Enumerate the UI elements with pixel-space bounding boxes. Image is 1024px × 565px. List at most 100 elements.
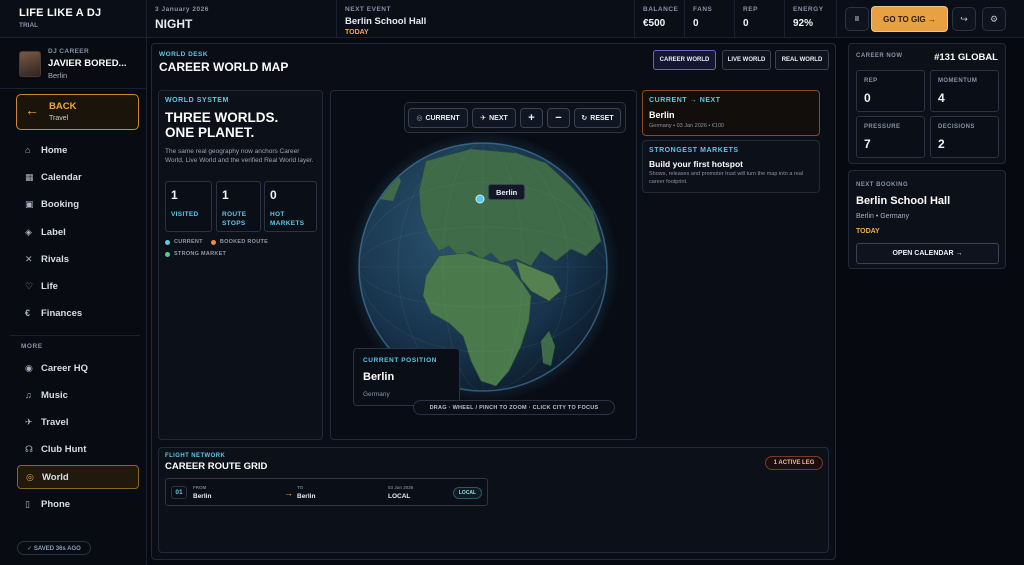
sidebar-item-label: Booking (41, 198, 79, 210)
map-reset-label: RESET (590, 114, 614, 122)
sidebar-item-label: Career HQ (41, 362, 88, 374)
current-dot-icon: ◎ (416, 115, 423, 122)
berlin-marker[interactable] (475, 194, 485, 204)
stat-value: 0 (864, 91, 871, 105)
stat-hot-markets: 0 HOT MARKETS (264, 181, 317, 232)
legend-strong-market: STRONG MARKET (174, 251, 227, 257)
phone-icon: ▯ (25, 498, 30, 509)
next-booking-card: NEXT BOOKING Berlin School Hall Berlin •… (848, 170, 1006, 269)
sidebar-item-label: Calendar (41, 171, 82, 183)
stat-label: HOT MARKETS (270, 211, 305, 228)
rep-cell: REP 0 (735, 0, 785, 38)
zoom-out-button[interactable]: − (547, 108, 570, 128)
strongest-markets-title: Build your first hotspot (649, 159, 743, 169)
flight-network-panel: FLIGHT NETWORK CAREER ROUTE GRID 1 ACTIV… (158, 447, 829, 553)
sidebar-item-finances[interactable]: € Finances (17, 301, 139, 325)
map-reset-button[interactable]: ↻ RESET (574, 108, 621, 128)
balance-label: BALANCE (643, 6, 679, 13)
sidebar-item-music[interactable]: ♫ Music (17, 383, 139, 407)
sidebar-item-label: Club Hunt (41, 443, 87, 455)
headline: THREE WORLDS. ONE PLANET. (165, 110, 279, 141)
settings-button[interactable]: ⚙ (982, 7, 1006, 31)
pause-button[interactable]: II (845, 7, 869, 31)
current-position-card: CURRENT POSITION Berlin Germany (353, 348, 460, 406)
zoom-in-button[interactable]: + (520, 108, 543, 128)
sidebar-item-rivals[interactable]: ✕ Rivals (17, 247, 139, 271)
sidebar-item-label: Rivals (41, 253, 69, 265)
app-title: LIFE LIKE A DJ (19, 7, 102, 19)
sidebar-item-world[interactable]: ◎ World (17, 465, 139, 489)
divider (0, 88, 146, 89)
sidebar-item-phone[interactable]: ▯ Phone (17, 492, 139, 516)
go-to-gig-button[interactable]: GO TO GIG → (871, 6, 948, 32)
route-index: 01 (171, 486, 187, 499)
current-date: 3 January 2026 (155, 6, 209, 13)
back-button[interactable]: ← BACK Travel (16, 94, 139, 130)
stat-label: PRESSURE (864, 124, 901, 130)
next-event-label: NEXT EVENT (345, 6, 392, 13)
swords-icon: ✕ (25, 253, 33, 264)
back-sub: Travel (49, 115, 69, 122)
logout-icon: ↪ (960, 13, 968, 24)
sidebar-item-travel[interactable]: ✈ Travel (17, 410, 139, 434)
world-system-card: WORLD SYSTEM THREE WORLDS. ONE PLANET. T… (158, 90, 323, 440)
map-legend: CURRENT BOOKED ROUTE (165, 239, 268, 245)
page-title: CAREER WORLD MAP (159, 60, 289, 74)
legend-booked-route: BOOKED ROUTE (219, 239, 269, 245)
sidebar-item-home[interactable]: ⌂ Home (17, 138, 139, 162)
globe-city-label[interactable]: Berlin (488, 184, 526, 200)
rep-label: REP (743, 6, 758, 13)
stat-pressure: PRESSURE 7 (856, 116, 925, 158)
current-dot-icon (165, 239, 170, 245)
sidebar-item-label: Life (41, 280, 58, 292)
target-icon: ◉ (25, 362, 33, 373)
energy-label: ENERGY (793, 6, 824, 13)
stat-label: MOMENTUM (938, 78, 978, 84)
sidebar-item-label: Home (41, 144, 68, 156)
route-row[interactable]: 01 FROM Berlin → TO Berlin 03 Jan 2026 L… (165, 478, 488, 506)
sidebar-item-booking[interactable]: ▣ Booking (17, 192, 139, 216)
back-label: BACK (49, 101, 77, 112)
world-system-description: The same real geography now anchors Care… (165, 148, 314, 165)
energy-value: 92% (793, 18, 814, 29)
stat-route-stops: 1 ROUTE STOPS (216, 181, 261, 232)
tab-career-world[interactable]: CAREER WORLD (653, 50, 716, 70)
stat-value: 4 (938, 91, 945, 105)
sidebar-item-label-page[interactable]: ◈ Label (17, 220, 139, 244)
next-event-cell[interactable]: NEXT EVENT Berlin School Hall TODAY (337, 0, 635, 38)
route-date: 03 Jan 2026 (388, 485, 414, 490)
sidebar-item-club-hunt[interactable]: ☊ Club Hunt (17, 437, 139, 461)
avatar (19, 51, 41, 77)
map-next-button[interactable]: ✈ NEXT (472, 108, 516, 128)
stat-label: VISITED (171, 211, 199, 218)
stat-label: DECISIONS (938, 124, 975, 130)
sidebar-item-career-hq[interactable]: ◉ Career HQ (17, 356, 139, 380)
map-current-button[interactable]: ◎ CURRENT (408, 108, 468, 128)
tab-real-world[interactable]: REAL WORLD (775, 50, 829, 70)
route-to-label: TO (297, 485, 304, 490)
calendar-icon: ▦ (25, 171, 34, 182)
globe-icon: ◎ (26, 471, 34, 482)
current-next-card[interactable]: CURRENT → NEXT Berlin Germany • 03 Jan 2… (642, 90, 820, 136)
stat-value: 0 (270, 188, 277, 202)
app-brand: LIFE LIKE A DJ TRIAL (0, 0, 147, 38)
label-icon: ◈ (25, 226, 32, 237)
route-from-label: FROM (193, 485, 207, 490)
open-calendar-button[interactable]: OPEN CALENDAR → (856, 243, 999, 264)
sidebar-item-label: Finances (41, 307, 83, 319)
sidebar-item-life[interactable]: ♡ Life (17, 274, 139, 298)
stat-decisions: DECISIONS 2 (930, 116, 999, 158)
logout-button[interactable]: ↪ (952, 7, 976, 31)
world-desk-label: WORLD DESK (159, 51, 208, 58)
headline-line-2: ONE PLANET. (165, 124, 255, 140)
next-event-when: TODAY (345, 29, 369, 36)
headline-line-1: THREE WORLDS. (165, 110, 279, 125)
tab-live-world[interactable]: LIVE WORLD (722, 50, 771, 70)
sidebar-item-calendar[interactable]: ▦ Calendar (17, 165, 139, 189)
strongest-markets-label: STRONGEST MARKETS (649, 147, 739, 154)
flight-network-title: CAREER ROUTE GRID (165, 461, 268, 472)
globe-map[interactable]: Berlin ◎ CURRENT ✈ NEXT + − ↻ RESET CURRENT… (330, 90, 637, 440)
stat-value: 1 (171, 188, 178, 202)
pause-icon: II (855, 15, 859, 23)
sidebar: DJ CAREER JAVIER BORED... Berlin ← BACK … (0, 38, 147, 565)
